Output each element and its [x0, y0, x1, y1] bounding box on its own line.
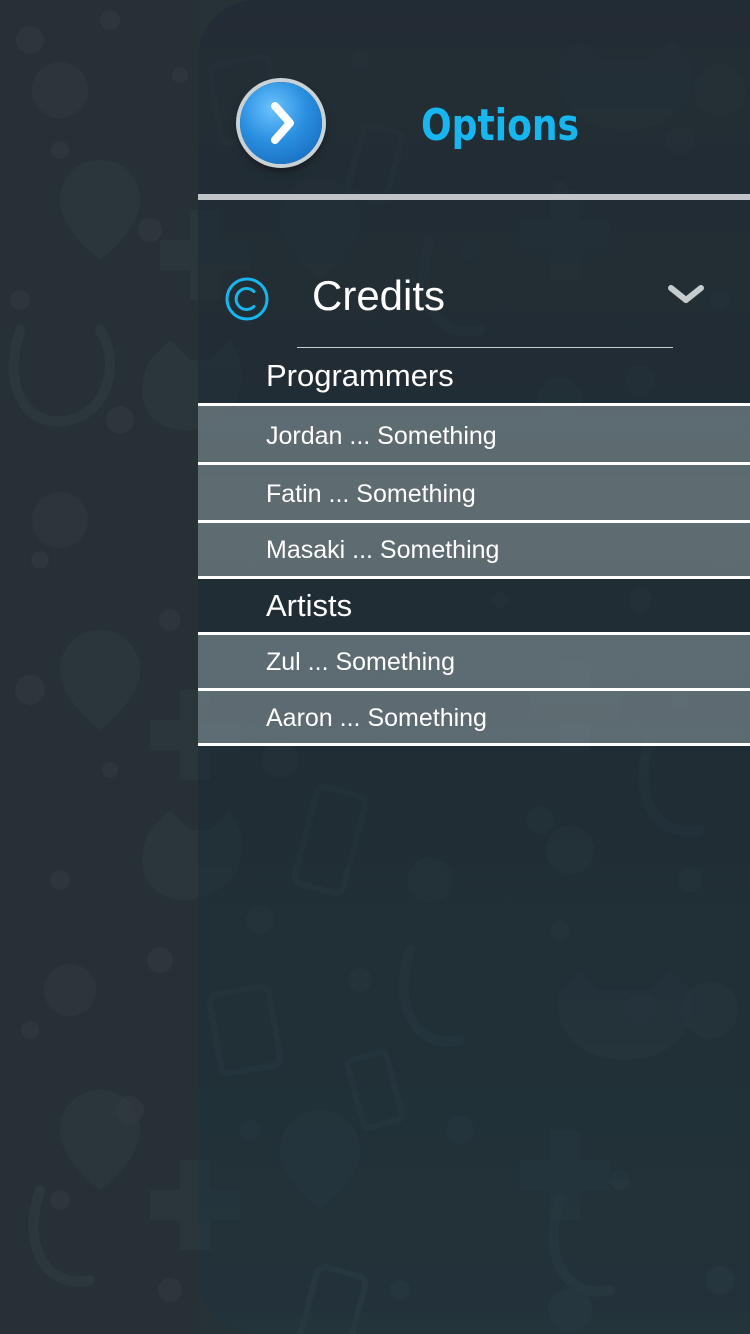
list-item: Fatin ... Something: [198, 462, 750, 522]
credits-divider: [297, 347, 673, 348]
credits-title: Credits: [312, 272, 446, 319]
credit-name: Jordan ... Something: [266, 422, 497, 450]
divider: [198, 743, 750, 746]
chevron-down-icon[interactable]: [666, 282, 706, 308]
credit-name: Aaron ... Something: [266, 704, 487, 732]
credit-name: Fatin ... Something: [266, 480, 476, 508]
credit-name: Zul ... Something: [266, 648, 455, 676]
credit-name: Masaki ... Something: [266, 536, 500, 564]
divider: [198, 576, 750, 579]
chevron-right-icon: [271, 102, 294, 144]
list-item: Zul ... Something: [198, 632, 750, 690]
section-header-artists: Artists: [266, 588, 353, 623]
list-item: Jordan ... Something: [198, 403, 750, 464]
left-backdrop: [0, 0, 198, 1334]
back-button[interactable]: [240, 82, 322, 164]
header-divider: [198, 194, 750, 200]
section-header-programmers: Programmers: [266, 358, 454, 393]
page-title: Options: [420, 100, 580, 151]
list-item: Aaron ... Something: [198, 688, 750, 746]
list-item: Masaki ... Something: [198, 520, 750, 579]
copyright-icon: [225, 277, 269, 321]
